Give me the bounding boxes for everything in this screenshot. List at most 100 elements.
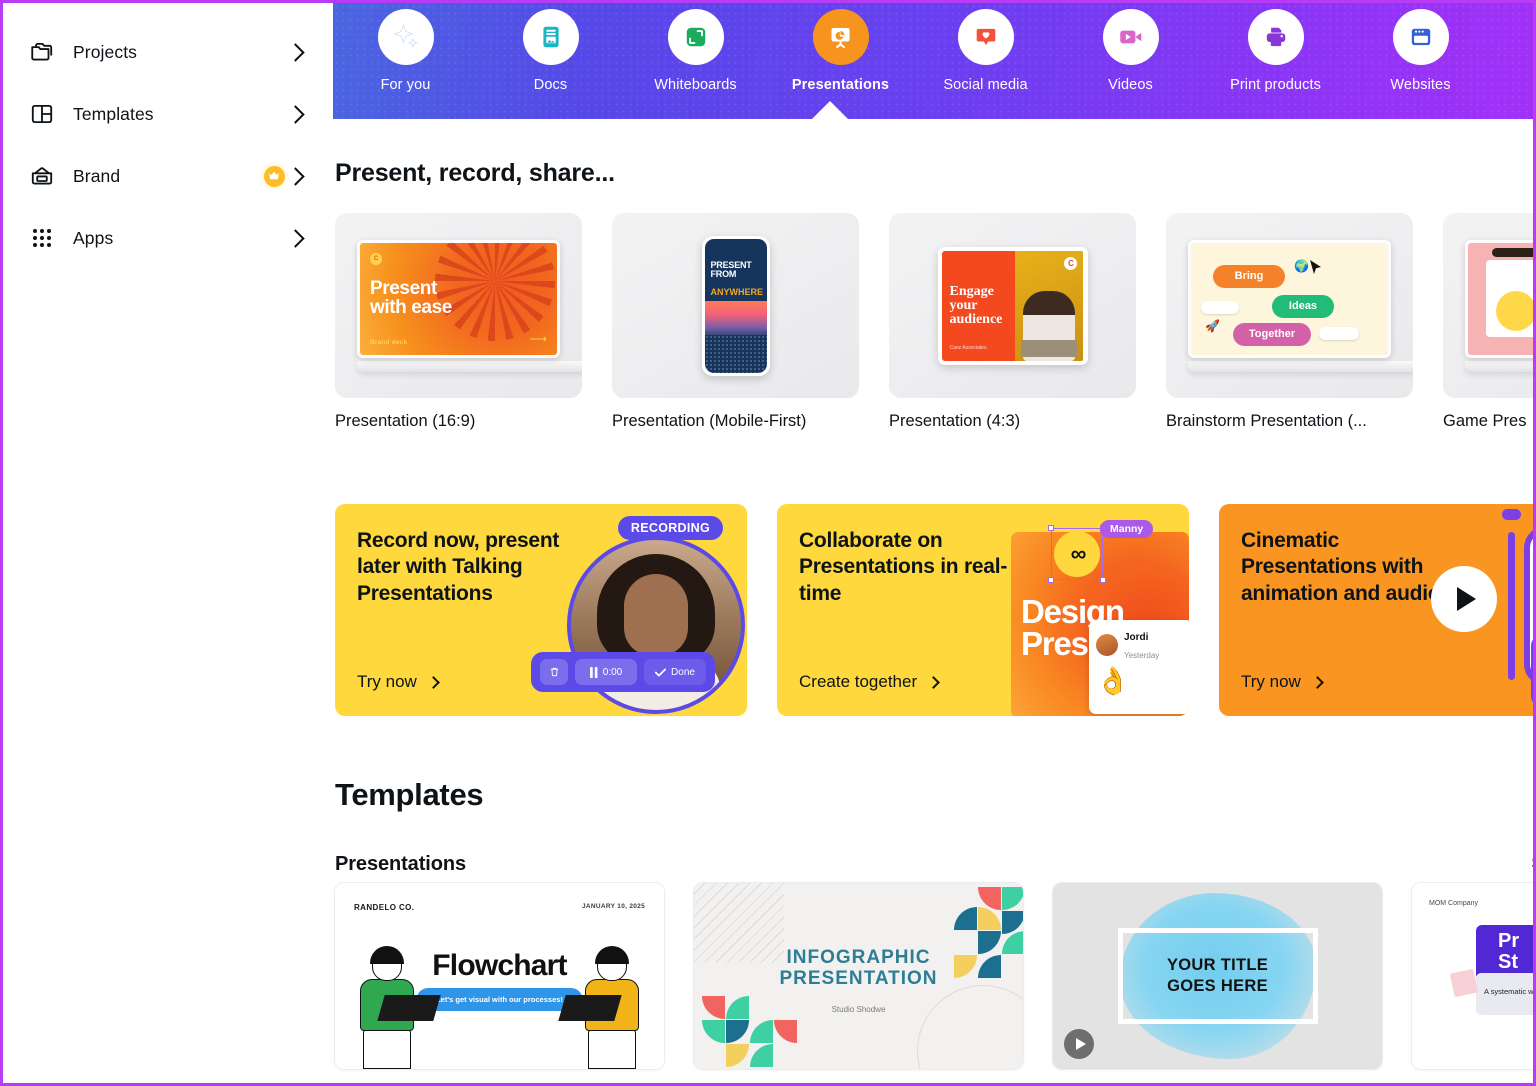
template-title: INFOGRAPHIC PRESENTATION: [779, 947, 938, 990]
slide-title: PRESENT FROM: [710, 259, 752, 279]
doctype-card-presentation-mobile-first[interactable]: PRESENT FROM ANYWHERE Presentation (Mobil…: [612, 213, 859, 431]
template-card-watercolor[interactable]: YOUR TITLE GOES HERE: [1053, 883, 1382, 1069]
slide-accent-text: ANYWHERE: [710, 286, 764, 297]
promo-banner-collaborate[interactable]: Collaborate on Presentations in real-tim…: [777, 504, 1189, 716]
doctype-card-presentation-4-3[interactable]: Engage your audience Canz Associates C Pre…: [889, 213, 1136, 431]
sidebar-item-apps[interactable]: Apps: [9, 207, 324, 269]
promo-banner-row: Record now, present later with Talking P…: [335, 504, 1533, 716]
chevron-right-icon: [286, 166, 305, 186]
nav-tab-label: Social media: [943, 77, 1028, 93]
whiteboard-icon: [667, 9, 724, 65]
template-brand: RANDELO CO.: [354, 903, 415, 912]
recording-timer: 0:00: [602, 666, 623, 678]
promo-cta-create-together[interactable]: Create together: [799, 672, 941, 692]
sidebar: Projects Templates Brand Apps: [3, 3, 330, 1083]
promo-cta-label: Try now: [357, 672, 417, 691]
nav-tab-social-media[interactable]: Social media: [913, 3, 1058, 93]
arrow-right-icon: ⟶: [529, 331, 547, 346]
nav-tab-label: Print products: [1230, 77, 1321, 93]
printer-icon: [1247, 9, 1304, 65]
selection-box: [1048, 525, 1106, 583]
video-camera-icon: [1102, 9, 1159, 65]
see-all-link[interactable]: See a: [1531, 855, 1533, 873]
chevron-right-icon: [927, 675, 941, 689]
promo-title: Cinematic Presentations with animation a…: [1241, 529, 1441, 605]
doctype-card-brainstorm-presentation[interactable]: Bring Ideas Together 🌍 🚀 Brainstorm Pres…: [1166, 213, 1413, 431]
collaboration-artwork: Design Prese ∞ Manny Jordi Yesterday 👌: [999, 518, 1189, 716]
slide-title: Present with ease: [370, 277, 452, 319]
sidebar-item-label: Templates: [73, 103, 154, 124]
chevron-right-icon: [1310, 675, 1324, 689]
nav-tab-presentations[interactable]: Presentations: [768, 3, 913, 93]
cursor-icon: [1310, 259, 1321, 274]
avatar: [1096, 634, 1118, 656]
doctype-thumbnail: C Present with ease Brand deck ⟶: [335, 213, 582, 398]
nav-tab-print-products[interactable]: Print products: [1203, 3, 1348, 93]
sidebar-item-projects[interactable]: Projects: [9, 21, 324, 83]
template-card-flowchart[interactable]: RANDELO CO. JANUARY 10, 2025 Flowchart L…: [335, 883, 664, 1069]
doctype-card-presentation-16-9[interactable]: C Present with ease Brand deck ⟶ Presenta…: [335, 213, 582, 431]
slide-subtitle: Brand deck: [370, 338, 408, 346]
chevron-right-icon: [426, 675, 440, 689]
nav-tab-label: Docs: [533, 77, 568, 93]
layout-icon: [27, 99, 57, 129]
nav-tab-for-you[interactable]: For you: [333, 3, 478, 93]
category-navbar: For you Docs Whiteboards Presentations S…: [333, 3, 1533, 119]
sidebar-item-templates[interactable]: Templates: [9, 83, 324, 145]
doctype-label: Brainstorm Presentation (...: [1166, 412, 1367, 430]
laptop-mockup: C Present with ease Brand deck ⟶: [357, 239, 582, 372]
doc-icon: [522, 9, 579, 65]
nav-tab-videos[interactable]: Videos: [1058, 3, 1203, 93]
promo-cta-label: Try now: [1241, 672, 1301, 691]
nav-tab-label: For you: [380, 77, 431, 93]
promo-banner-talking-presentations[interactable]: Record now, present later with Talking P…: [335, 504, 747, 716]
sidebar-item-label: Brand: [73, 165, 121, 186]
comment-time: Yesterday: [1124, 651, 1160, 660]
doctype-label: Game Pres: [1443, 412, 1527, 430]
template-card-infographic[interactable]: INFOGRAPHIC PRESENTATION Studio Shodwe: [694, 883, 1023, 1069]
laptop-mockup: [1465, 239, 1533, 372]
template-title: Pr St: [1498, 930, 1520, 973]
templates-heading: Templates: [335, 777, 484, 812]
folder-icon: [27, 37, 57, 67]
pause-recording-button[interactable]: 0:00: [575, 659, 637, 685]
grid-apps-icon: [27, 223, 57, 253]
nav-tab-docs[interactable]: Docs: [478, 3, 623, 93]
nav-tab-label: Presentations: [791, 77, 890, 93]
slide-logo: C: [370, 252, 382, 265]
nav-tab-websites[interactable]: Websites: [1348, 3, 1493, 93]
play-button[interactable]: [1431, 566, 1497, 632]
illustration-person-left: [351, 946, 441, 1069]
promo-cta-try-now[interactable]: Try now: [1241, 672, 1324, 692]
doctype-label: Presentation (Mobile-First): [612, 412, 807, 430]
template-title: Flowchart: [432, 949, 567, 982]
brainstorm-pill: Together: [1233, 322, 1311, 346]
play-icon[interactable]: [1064, 1029, 1094, 1059]
template-card-process-steps[interactable]: MOM Company PrSt A systematic way t: [1412, 883, 1534, 1069]
template-caption: A systematic way t: [1484, 987, 1534, 996]
timeline-bar: [1508, 532, 1515, 680]
nav-tab-whiteboards[interactable]: Whiteboards: [623, 3, 768, 93]
doctype-thumbnail: Engage your audience Canz Associates C: [889, 213, 1136, 398]
template-tagline: Let's get visual with our processes!: [416, 988, 583, 1011]
sparkle-icon: [377, 9, 434, 65]
doctype-thumbnail: Bring Ideas Together 🌍 🚀: [1166, 213, 1413, 398]
phone-mockup: PRESENT FROM ANYWHERE: [701, 235, 770, 376]
promo-banner-cinematic[interactable]: Cinematic Presentations with animation a…: [1219, 504, 1533, 716]
sidebar-item-brand[interactable]: Brand: [9, 145, 324, 207]
active-tab-notch: [811, 101, 849, 120]
main-content: Present, record, share... C Present with …: [333, 119, 1534, 1083]
recording-controls[interactable]: 0:00 Done: [531, 652, 715, 692]
promo-cta-label: Create together: [799, 672, 918, 691]
done-recording-button[interactable]: Done: [644, 659, 706, 685]
nav-tab-label: Websites: [1390, 77, 1451, 93]
promo-cta-try-now[interactable]: Try now: [357, 672, 440, 692]
template-subtitle: Studio Shodwe: [831, 1005, 886, 1014]
sidebar-item-label: Projects: [73, 41, 138, 62]
phone-preview: [1524, 526, 1533, 686]
delete-recording-button[interactable]: [540, 659, 568, 685]
doctype-label: Presentation (4:3): [889, 412, 1021, 430]
nav-tab-label: Whiteboards: [654, 77, 737, 93]
slide-title: Engage your audience: [949, 283, 1003, 327]
doctype-card-game-presentation[interactable]: Game Pres: [1443, 213, 1533, 431]
